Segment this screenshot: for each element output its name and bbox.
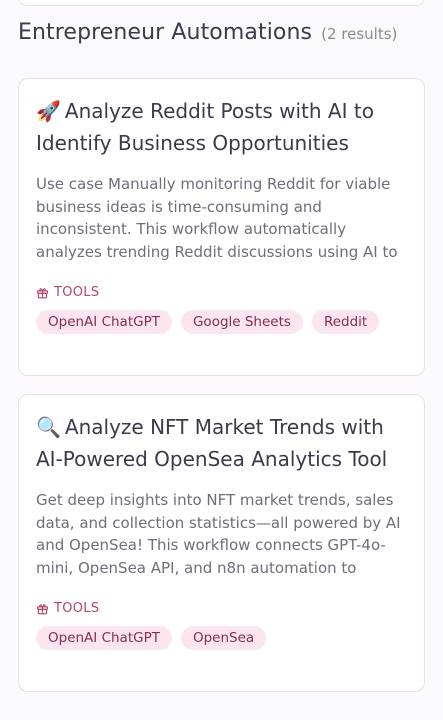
card-description: Get deep insights into NFT market trends… [36, 491, 401, 578]
tools-label-text: TOOLS [54, 285, 100, 300]
gift-icon [37, 604, 48, 615]
card-title[interactable]: 🚀 Analyze Reddit Posts with AI to Identif… [36, 95, 407, 159]
magnifier-icon: 🔍 [36, 415, 61, 439]
previous-card-edge [18, 0, 425, 6]
workflow-card-nft[interactable]: 🔍 Analyze NFT Market Trends with AI-Power… [18, 394, 425, 692]
rocket-icon: 🚀 [36, 99, 61, 123]
tool-tag[interactable]: OpenAI ChatGPT [36, 310, 172, 334]
card-title-text: Analyze NFT Market Trends with AI-Powere… [36, 415, 388, 471]
tool-tag[interactable]: OpenSea [180, 626, 267, 650]
tools-label: TOOLS [36, 285, 407, 300]
tools-label-text: TOOLS [54, 601, 100, 616]
tool-tag[interactable]: Google Sheets [180, 310, 303, 334]
gift-icon [37, 288, 48, 299]
card-title-text: Analyze Reddit Posts with AI to Identify… [36, 99, 374, 155]
tool-tags: OpenAI ChatGPT OpenSea [36, 626, 407, 650]
workflow-card-reddit[interactable]: 🚀 Analyze Reddit Posts with AI to Identif… [18, 78, 425, 376]
results-count: (2 results) [321, 25, 398, 43]
tools-label: TOOLS [36, 601, 407, 616]
card-description: Use case Manually monitoring Reddit for … [36, 175, 398, 262]
card-title[interactable]: 🔍 Analyze NFT Market Trends with AI-Power… [36, 411, 407, 475]
tool-tags: OpenAI ChatGPT Google Sheets Reddit [36, 310, 407, 334]
section-header: Entrepreneur Automations (2 results) [18, 20, 397, 45]
tool-tag[interactable]: OpenAI ChatGPT [36, 626, 172, 650]
section-title: Entrepreneur Automations [18, 20, 313, 45]
tool-tag[interactable]: Reddit [311, 310, 380, 334]
